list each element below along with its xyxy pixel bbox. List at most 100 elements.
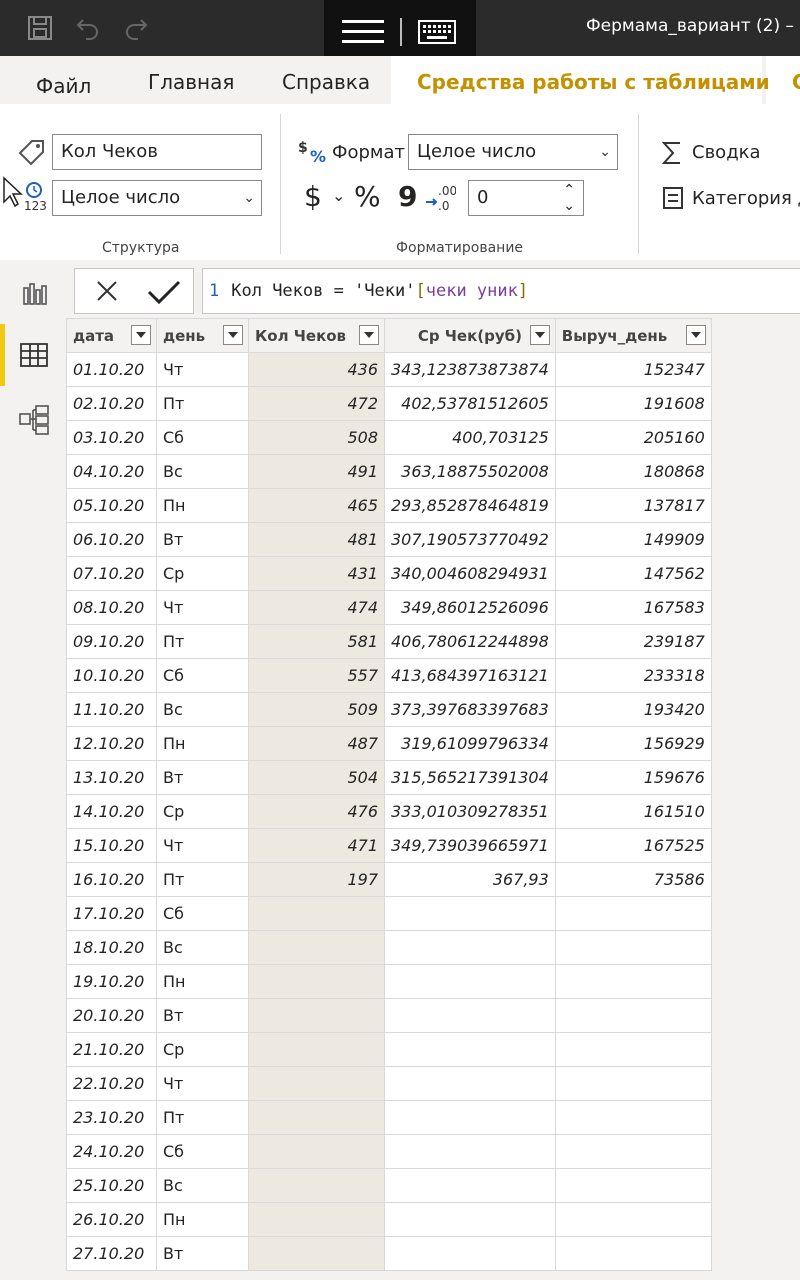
cell-avg-check[interactable]	[384, 964, 556, 999]
cell-date[interactable]: 26.10.20	[66, 1202, 157, 1237]
cell-date[interactable]: 07.10.20	[66, 556, 157, 591]
cell-date[interactable]: 01.10.20	[66, 352, 157, 387]
cell-check-count[interactable]: 581	[248, 624, 385, 659]
cell-check-count[interactable]	[248, 1032, 385, 1067]
filter-icon[interactable]	[685, 325, 706, 345]
percent-button[interactable]: %	[354, 180, 381, 213]
cell-day[interactable]: Пт	[156, 1100, 249, 1135]
cell-date[interactable]: 10.10.20	[66, 658, 157, 693]
cell-day[interactable]: Пт	[156, 386, 249, 421]
cell-revenue[interactable]	[554, 1032, 712, 1067]
cell-check-count[interactable]: 431	[248, 556, 385, 591]
filter-icon[interactable]	[223, 325, 243, 345]
tab-next[interactable]: С	[792, 70, 800, 94]
cell-check-count[interactable]	[248, 1168, 385, 1203]
chevron-down-icon[interactable]: ⌄	[332, 186, 345, 205]
cell-check-count[interactable]: 487	[248, 726, 385, 761]
cell-day[interactable]: Сб	[156, 896, 249, 931]
filter-icon[interactable]	[131, 325, 151, 345]
comma-style-button[interactable]: 9	[398, 180, 417, 213]
cell-check-count[interactable]: 491	[248, 454, 385, 489]
cell-check-count[interactable]: 472	[248, 386, 385, 421]
cell-day[interactable]: Сб	[156, 658, 249, 693]
cell-revenue[interactable]: 193420	[554, 692, 712, 727]
cell-revenue[interactable]	[554, 964, 712, 999]
cell-revenue[interactable]	[554, 930, 712, 965]
cell-avg-check[interactable]: 343,123873873874	[384, 352, 556, 387]
redo-icon[interactable]	[120, 12, 152, 44]
formula-input[interactable]: 1 Кол Чеков = 'Чеки'[чеки уник]	[202, 268, 800, 314]
cell-day[interactable]: Пн	[156, 488, 249, 523]
cell-date[interactable]: 16.10.20	[66, 862, 157, 897]
cell-day[interactable]: Чт	[156, 352, 249, 387]
cell-day[interactable]: Пн	[156, 964, 249, 999]
cell-date[interactable]: 06.10.20	[66, 522, 157, 557]
cell-revenue[interactable]: 233318	[554, 658, 712, 693]
commit-icon[interactable]	[147, 279, 181, 309]
cell-day[interactable]: Чт	[156, 1066, 249, 1101]
cell-revenue[interactable]: 137817	[554, 488, 712, 523]
cell-avg-check[interactable]	[384, 1168, 556, 1203]
cell-revenue[interactable]: 159676	[554, 760, 712, 795]
cell-day[interactable]: Вс	[156, 454, 249, 489]
cell-avg-check[interactable]: 349,739039665971	[384, 828, 556, 863]
cell-revenue[interactable]	[554, 1202, 712, 1237]
cell-date[interactable]: 20.10.20	[66, 998, 157, 1033]
cell-date[interactable]: 02.10.20	[66, 386, 157, 421]
cell-check-count[interactable]: 197	[248, 862, 385, 897]
cell-avg-check[interactable]: 406,780612244898	[384, 624, 556, 659]
cell-day[interactable]: Ср	[156, 556, 249, 591]
data-view-icon[interactable]	[18, 340, 50, 372]
column-header-avg-check[interactable]: Ср Чек(руб)	[384, 318, 556, 353]
cell-date[interactable]: 15.10.20	[66, 828, 157, 863]
cell-avg-check[interactable]: 319,61099796334	[384, 726, 556, 761]
cell-check-count[interactable]: 504	[248, 760, 385, 795]
cell-day[interactable]: Вс	[156, 1168, 249, 1203]
column-header-day[interactable]: день	[156, 318, 249, 353]
cell-revenue[interactable]	[554, 1100, 712, 1135]
cell-date[interactable]: 27.10.20	[66, 1236, 157, 1271]
cell-check-count[interactable]	[248, 1100, 385, 1135]
column-name-input[interactable]: Кол Чеков	[52, 134, 262, 170]
cell-check-count[interactable]	[248, 896, 385, 931]
cell-date[interactable]: 21.10.20	[66, 1032, 157, 1067]
cell-avg-check[interactable]: 340,004608294931	[384, 556, 556, 591]
cell-avg-check[interactable]: 373,397683397683	[384, 692, 556, 727]
column-header-check-count[interactable]: Кол Чеков	[248, 318, 385, 353]
cell-revenue[interactable]: 156929	[554, 726, 712, 761]
cell-day[interactable]: Вс	[156, 692, 249, 727]
cell-revenue[interactable]: 167525	[554, 828, 712, 863]
cell-date[interactable]: 17.10.20	[66, 896, 157, 931]
cell-check-count[interactable]	[248, 1236, 385, 1271]
summary-button[interactable]: Сводка	[692, 142, 761, 163]
cell-check-count[interactable]	[248, 930, 385, 965]
save-icon[interactable]	[24, 12, 56, 44]
cell-revenue[interactable]: 152347	[554, 352, 712, 387]
cell-check-count[interactable]: 481	[248, 522, 385, 557]
cell-check-count[interactable]	[248, 1134, 385, 1169]
cell-day[interactable]: Вт	[156, 522, 249, 557]
cell-check-count[interactable]	[248, 964, 385, 999]
cell-revenue[interactable]	[554, 1066, 712, 1101]
cell-day[interactable]: Сб	[156, 1134, 249, 1169]
filter-icon[interactable]	[529, 325, 550, 345]
model-view-icon[interactable]	[18, 404, 50, 436]
decimal-places-icon[interactable]: .00.0	[424, 182, 457, 218]
tab-file[interactable]: Файл	[36, 74, 91, 98]
cell-check-count[interactable]: 476	[248, 794, 385, 829]
cell-day[interactable]: Сб	[156, 420, 249, 455]
cell-avg-check[interactable]: 349,86012526096	[384, 590, 556, 625]
cell-day[interactable]: Чт	[156, 590, 249, 625]
cell-revenue[interactable]	[554, 1236, 712, 1271]
cell-day[interactable]: Ср	[156, 1032, 249, 1067]
cell-revenue[interactable]: 205160	[554, 420, 712, 455]
cell-day[interactable]: Вт	[156, 760, 249, 795]
cell-date[interactable]: 04.10.20	[66, 454, 157, 489]
cell-avg-check[interactable]: 367,93	[384, 862, 556, 897]
tab-help[interactable]: Справка	[282, 70, 370, 94]
cell-revenue[interactable]: 149909	[554, 522, 712, 557]
cell-date[interactable]: 18.10.20	[66, 930, 157, 965]
cell-check-count[interactable]	[248, 998, 385, 1033]
cell-revenue[interactable]	[554, 896, 712, 931]
cell-day[interactable]: Пн	[156, 726, 249, 761]
